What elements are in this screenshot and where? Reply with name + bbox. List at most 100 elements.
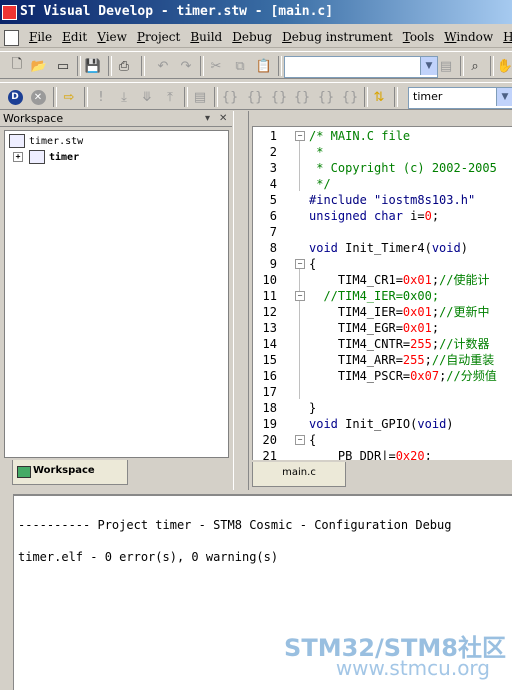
paste-icon[interactable]: 📋 [255,57,273,75]
code-token: void [309,417,338,431]
line-number: 5 [269,193,277,207]
menu-help[interactable]: Help [498,26,512,48]
output-grip[interactable] [0,494,14,690]
code-token: //计数器 [439,337,490,351]
step-into-icon[interactable]: ⤓ [115,88,133,106]
fold-line [299,269,300,399]
expand-plus-icon[interactable]: + [13,152,23,162]
brace-icon-5[interactable]: {} [317,88,335,106]
code-line: void Init_GPIO(void) [309,416,454,432]
watermark: STM32/STM8社区 www.stmcu.org [268,628,512,688]
code-line: TIM4_PSCR=0x07;//分频值 [309,368,497,384]
menu-debug-instrument[interactable]: Debug instrument [277,26,398,48]
tree-item-project[interactable]: + timer [13,150,79,166]
brace-icon-3[interactable]: {} [270,88,288,106]
step-out-icon[interactable]: ⤒ [161,88,179,106]
redo-icon[interactable]: ↷ [177,57,195,75]
toolbar-separator [278,56,282,76]
cut-icon[interactable]: ✂ [207,57,225,75]
list-icon[interactable]: ▤ [191,88,209,106]
code-line: #include "iostm8s103.h" [309,192,475,208]
brace-icon-4[interactable]: {} [293,88,311,106]
brace-icon-2[interactable]: {} [246,88,264,106]
tree-item-workspace[interactable]: timer.stw [9,134,83,150]
new-file-icon[interactable]: 🗋 [8,57,26,75]
panel-splitter[interactable] [233,111,249,490]
menu-window[interactable]: Window [439,26,498,48]
code-line: * [309,144,323,160]
save-icon[interactable]: 💾 [84,57,102,75]
step-over-icon[interactable]: ⤋ [138,88,156,106]
code-line: TIM4_CNTR=255;//计数器 [309,336,490,352]
fold-gutter: − − − − [291,127,305,460]
workspace-tab-icon [17,466,31,478]
close-icon[interactable]: ✕ [219,111,227,127]
fold-minus-icon[interactable]: − [295,291,305,301]
code-token: 0x01 [402,273,432,287]
code-token: void [417,417,447,431]
tab-main-c[interactable]: main.c [252,462,346,487]
toolbar-separator [53,87,57,107]
copy-icon[interactable]: ⧉ [231,57,249,75]
menu-tools[interactable]: Tools [398,26,440,48]
menu-build[interactable]: Build [185,26,227,48]
code-token: { [309,433,317,447]
code-line: */ [309,176,331,192]
code-token: ; [431,209,440,223]
menu-view[interactable]: View [92,26,132,48]
code-token: 0x01 [402,321,432,335]
run-to-cursor-icon[interactable]: ⇅ [370,88,388,106]
line-number: 7 [269,225,277,239]
code-token: */ [309,177,331,191]
debug-start-icon[interactable]: D [6,88,24,106]
code-token: ; [431,305,440,319]
binoculars-icon[interactable]: ⌕ [466,57,484,75]
undo-icon[interactable]: ↶ [154,57,172,75]
menu-project[interactable]: Project [132,26,185,48]
debug-toolbar: D ✕ ⇨ ! ⤓ ⤋ ⤒ ▤ {} {} {} {} {} {} ⇅ time… [0,82,512,110]
code-token: unsigned char [309,209,403,223]
menu-file[interactable]: File [24,26,57,48]
open-workspace-icon[interactable]: ▭ [54,57,72,75]
line-number: 8 [269,241,277,255]
fold-minus-icon[interactable]: − [295,435,305,445]
code-token: TIM4_CR1= [309,273,403,287]
chevron-down-icon[interactable]: ▼ [496,88,512,106]
line-number: 2 [269,145,277,159]
code-token: 255 [402,353,425,367]
toolbar-separator [141,56,145,76]
find-in-files-icon[interactable]: ▤ [437,57,455,75]
line-number: 1 [269,129,277,143]
toolbar-separator [460,56,464,76]
fold-minus-icon[interactable]: − [295,131,305,141]
go-arrow-icon[interactable]: ⇨ [60,88,78,106]
open-folder-icon[interactable]: 📂 [30,57,48,75]
code-token: void [431,241,461,255]
code-token: } [309,401,317,415]
brace-icon-6[interactable]: {} [341,88,359,106]
code-token: * Copyright (c) 2002-2005 [309,161,497,175]
menu-debug[interactable]: Debug [227,26,277,48]
code-token: TIM4_PSCR= [309,369,411,383]
code-token: //自动重装 [431,353,495,367]
code-editor[interactable]: 1 2 3 4 5 6 7 8 9 10 11 12 13 14 15 16 17 18 19 20 21 − − − … [252,126,512,460]
target-combo[interactable]: timer ▼ [408,87,512,109]
toolbar-separator [394,87,398,107]
tree-item-label: timer.stw [29,136,84,147]
menu-edit[interactable]: Edit [57,26,92,48]
hand-icon[interactable]: ✋ [496,57,512,75]
tab-workspace[interactable]: Workspace [12,460,128,485]
brace-icon-1[interactable]: {} [221,88,239,106]
toolbar-separator [364,87,368,107]
fold-minus-icon[interactable]: − [295,259,305,269]
code-line: TIM4_EGR=0x01; [309,320,439,336]
panel-menu-icon[interactable]: ▾ [205,111,210,127]
document-icon[interactable] [4,30,19,46]
chevron-down-icon[interactable]: ▼ [420,57,437,75]
configuration-combo[interactable]: ▼ [284,56,438,78]
line-number: 3 [269,161,277,175]
print-icon[interactable]: ⎙ [115,57,133,75]
exclamation-icon[interactable]: ! [92,88,110,106]
stop-icon[interactable]: ✕ [29,88,47,106]
toolbar-separator [184,87,188,107]
